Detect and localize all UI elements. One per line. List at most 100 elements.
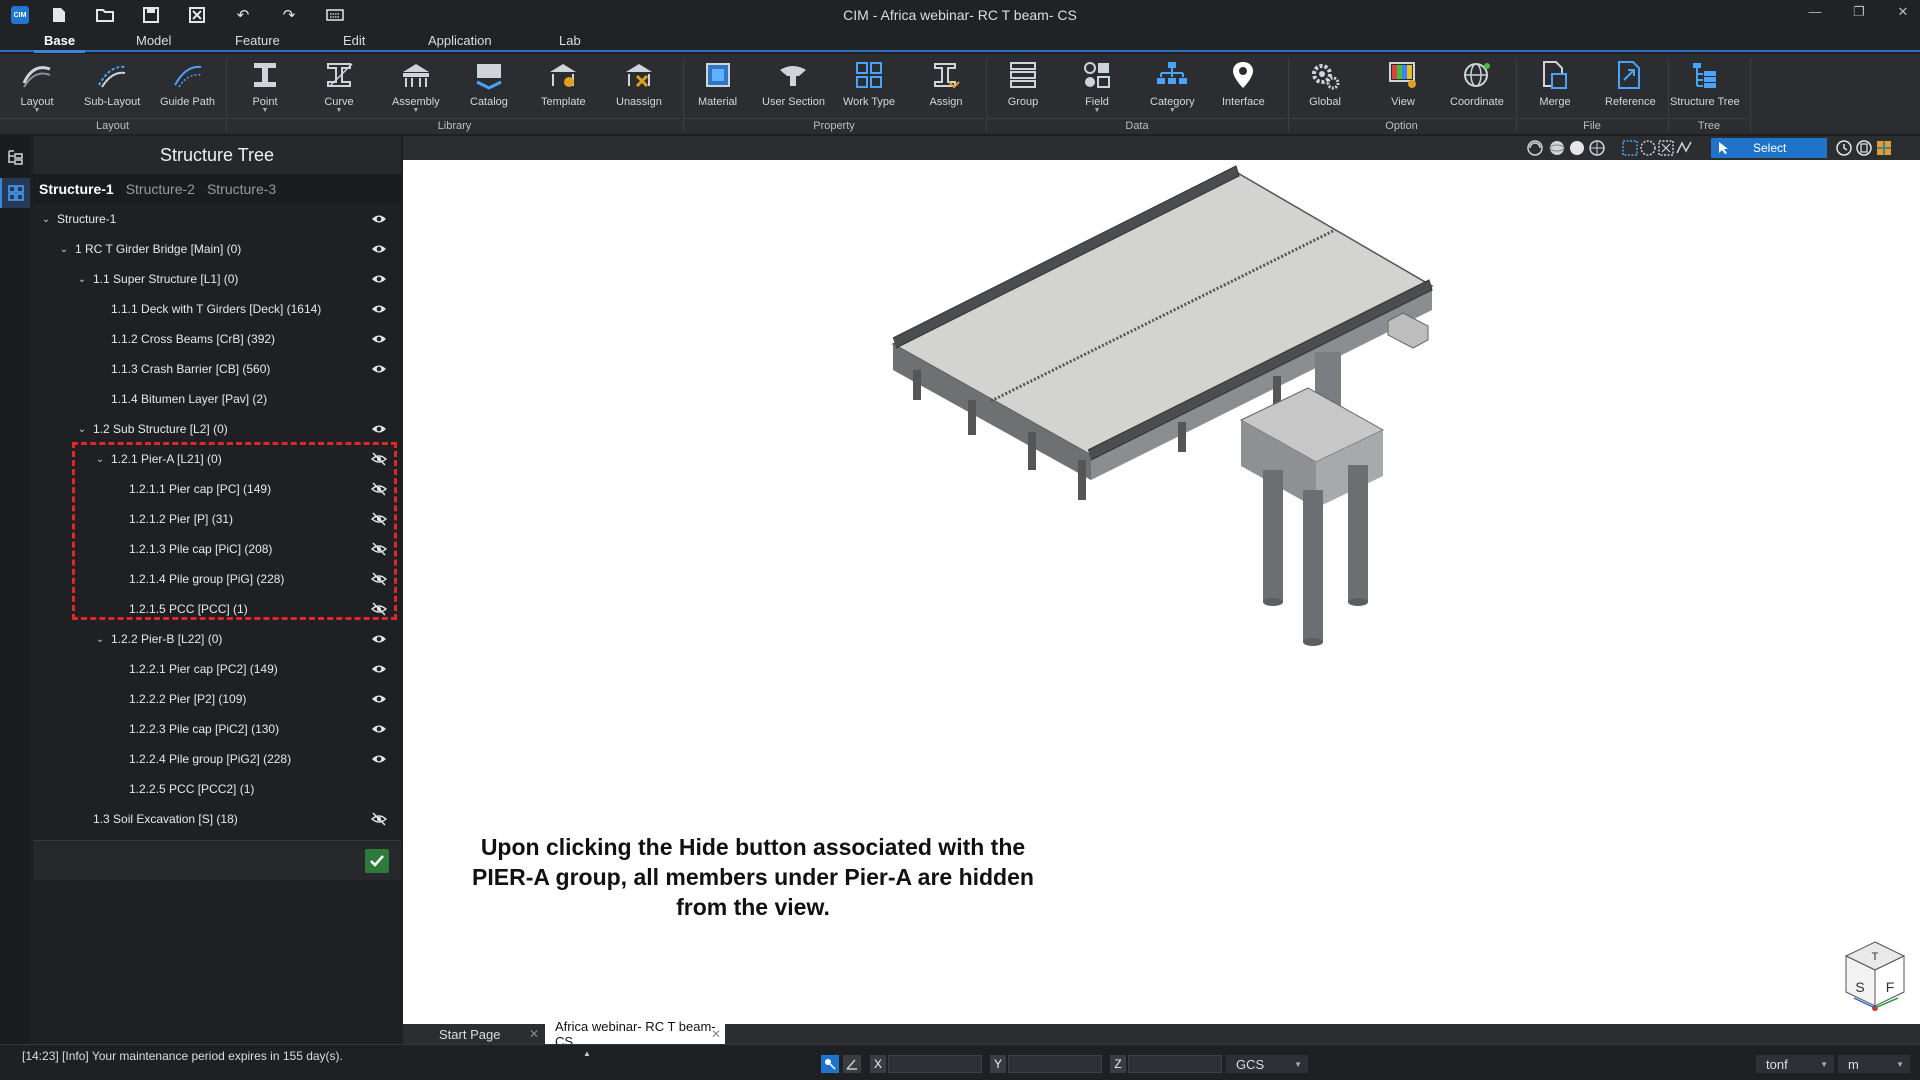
eye-icon[interactable]: [371, 752, 387, 766]
y-coordinate-field[interactable]: [1008, 1055, 1102, 1073]
work-type-button[interactable]: Work Type: [843, 58, 895, 120]
structure-panel-toggle[interactable]: [0, 178, 30, 208]
polyline-select-icon[interactable]: [1675, 139, 1693, 157]
x-coordinate-field[interactable]: [888, 1055, 982, 1073]
eye-hidden-icon[interactable]: [371, 542, 387, 556]
tab-edit[interactable]: Edit: [343, 33, 365, 48]
keyboard-icon[interactable]: [323, 4, 347, 26]
eye-icon[interactable]: [371, 212, 387, 226]
chevron-down-icon[interactable]: ⌄: [57, 244, 71, 255]
material-button[interactable]: Material: [698, 58, 737, 120]
eye-hidden-icon[interactable]: [371, 452, 387, 466]
tree-row[interactable]: ⌄ 1.1 Super Structure [L1] (0): [33, 264, 401, 294]
tree-row[interactable]: ⌄ 1.2.2 Pier-B [L22] (0): [33, 624, 401, 654]
tree-row[interactable]: ⌄ Structure-1: [33, 204, 401, 234]
global-button[interactable]: Global: [1308, 58, 1342, 120]
shaded-sphere-icon[interactable]: [1548, 139, 1566, 157]
view-cube-toggle-icon[interactable]: [1875, 139, 1893, 157]
3d-viewport[interactable]: Upon clicking the Hide button associated…: [403, 160, 1920, 1024]
redo-icon[interactable]: ↷: [277, 4, 301, 26]
point-button[interactable]: Point ▼: [248, 58, 282, 120]
tree-row[interactable]: 1.2.1.2 Pier [P] (31): [33, 504, 401, 534]
eye-hidden-icon[interactable]: [371, 812, 387, 826]
tab-base[interactable]: Base: [33, 33, 86, 53]
group-button[interactable]: Group: [1006, 58, 1040, 120]
eye-hidden-icon[interactable]: [371, 512, 387, 526]
angle-toggle[interactable]: [843, 1055, 861, 1073]
sub-layout-button[interactable]: Sub-Layout: [84, 58, 140, 120]
tab-structure-1[interactable]: Structure-1: [39, 181, 114, 197]
chevron-down-icon[interactable]: ⌄: [93, 454, 107, 465]
close-tab-icon[interactable]: ✕: [711, 1027, 721, 1041]
coordinate-system-select[interactable]: GCS ▼: [1226, 1055, 1308, 1073]
field-button[interactable]: Field ▼: [1080, 58, 1114, 120]
circle-select-icon[interactable]: [1639, 139, 1657, 157]
chevron-up-icon[interactable]: ▲: [583, 1049, 591, 1058]
eye-icon[interactable]: [371, 362, 387, 376]
chevron-down-icon[interactable]: ⌄: [75, 274, 89, 285]
eye-icon[interactable]: [371, 242, 387, 256]
tree-row[interactable]: ⌄ 1 RC T Girder Bridge [Main] (0): [33, 234, 401, 264]
eye-hidden-icon[interactable]: [371, 602, 387, 616]
template-button[interactable]: Template: [541, 58, 586, 120]
unassign-button[interactable]: Unassign: [616, 58, 662, 120]
clock-icon[interactable]: [1835, 139, 1853, 157]
tab-application[interactable]: Application: [428, 33, 492, 48]
structure-tree-button[interactable]: Structure Tree: [1670, 58, 1740, 120]
tree-row[interactable]: 1.1.3 Crash Barrier [CB] (560): [33, 354, 401, 384]
guide-path-button[interactable]: Guide Path: [160, 58, 215, 120]
tab-feature[interactable]: Feature: [235, 33, 280, 48]
tree-row[interactable]: 1.3 Soil Excavation [S] (18): [33, 804, 401, 834]
tab-lab[interactable]: Lab: [559, 33, 581, 48]
tab-structure-3[interactable]: Structure-3: [207, 181, 276, 197]
tree-row[interactable]: 1.1.2 Cross Beams [CrB] (392): [33, 324, 401, 354]
tab-start-page[interactable]: Start Page ✕: [403, 1024, 543, 1044]
z-coordinate-field[interactable]: [1128, 1055, 1222, 1073]
assembly-button[interactable]: Assembly ▼: [392, 58, 440, 120]
eye-icon[interactable]: [371, 332, 387, 346]
bookmark-circle-icon[interactable]: [1855, 139, 1873, 157]
category-button[interactable]: Category ▼: [1150, 58, 1195, 120]
tab-active-document[interactable]: Africa webinar- RC T beam- CS ✕: [545, 1019, 725, 1049]
open-folder-icon[interactable]: [93, 4, 117, 26]
chevron-down-icon[interactable]: ⌄: [39, 214, 53, 225]
tree-row[interactable]: 1.2.2.1 Pier cap [PC2] (149): [33, 654, 401, 684]
solid-sphere-icon[interactable]: [1568, 139, 1586, 157]
tree-row[interactable]: 1.2.1.4 Pile group [PiG] (228): [33, 564, 401, 594]
undo-icon[interactable]: ↶: [231, 4, 255, 26]
tree-row[interactable]: 1.2.1.5 PCC [PCC] (1): [33, 594, 401, 624]
wire-sphere-icon[interactable]: [1588, 139, 1606, 157]
close-tab-icon[interactable]: ✕: [529, 1027, 539, 1041]
tree-row[interactable]: ⌄ 1.2.1 Pier-A [L21] (0): [33, 444, 401, 474]
tree-row[interactable]: 1.2.2.4 Pile group [PiG2] (228): [33, 744, 401, 774]
new-file-icon[interactable]: [47, 4, 71, 26]
eye-icon[interactable]: [371, 692, 387, 706]
tree-row[interactable]: 1.2.2.5 PCC [PCC2] (1): [33, 774, 401, 804]
eye-icon[interactable]: [371, 722, 387, 736]
user-section-button[interactable]: User Section: [762, 58, 825, 120]
tree-panel-toggle[interactable]: [0, 142, 30, 172]
eye-icon[interactable]: [371, 302, 387, 316]
curve-button[interactable]: Curve ▼: [322, 58, 356, 120]
merge-button[interactable]: Merge: [1538, 58, 1572, 120]
interface-button[interactable]: Interface: [1222, 58, 1265, 120]
length-unit-select[interactable]: m ▼: [1838, 1055, 1910, 1073]
tree-row[interactable]: 1.1.4 Bitumen Layer [Pav] (2): [33, 384, 401, 414]
minimize-icon[interactable]: —: [1806, 4, 1824, 20]
coordinate-button[interactable]: Coordinate: [1450, 58, 1504, 120]
tree-row[interactable]: 1.2.2.3 Pile cap [PiC2] (130): [33, 714, 401, 744]
chevron-down-icon[interactable]: ⌄: [75, 424, 89, 435]
chevron-down-icon[interactable]: ⌄: [93, 634, 107, 645]
reference-button[interactable]: Reference: [1605, 58, 1656, 120]
save-icon[interactable]: [139, 4, 163, 26]
tree-row[interactable]: 1.2.2.2 Pier [P2] (109): [33, 684, 401, 714]
view-button[interactable]: View: [1386, 58, 1420, 120]
close-icon[interactable]: ✕: [1894, 4, 1912, 20]
catalog-button[interactable]: Catalog: [470, 58, 508, 120]
assign-button[interactable]: Assign: [929, 58, 963, 120]
view-cube[interactable]: T S F: [1840, 936, 1910, 1016]
eye-icon[interactable]: [371, 422, 387, 436]
rotate-view-icon[interactable]: [1526, 139, 1544, 157]
eye-hidden-icon[interactable]: [371, 482, 387, 496]
tree-row[interactable]: 1.2.1.3 Pile cap [PiC] (208): [33, 534, 401, 564]
